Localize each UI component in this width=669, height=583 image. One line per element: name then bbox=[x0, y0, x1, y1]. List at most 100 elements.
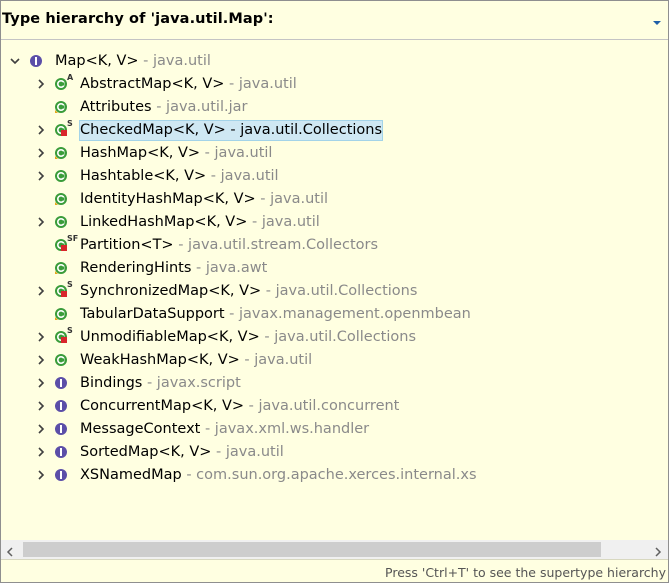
class-icon: S bbox=[54, 280, 74, 299]
type-label: RenderingHints - java.awt bbox=[79, 259, 268, 278]
type-name: ConcurrentMap<K, V> bbox=[80, 398, 245, 414]
expand-twisty-icon[interactable] bbox=[35, 422, 47, 436]
type-label: Map<K, V> - java.util bbox=[54, 52, 212, 71]
tree-item-row[interactable]: WeakHashMap<K, V> - java.util bbox=[1, 349, 668, 372]
type-name: UnmodifiableMap<K, V> bbox=[80, 329, 260, 345]
class-icon: A bbox=[54, 73, 74, 92]
tree-item-row[interactable]: ConcurrentMap<K, V> - java.util.concurre… bbox=[1, 395, 668, 418]
interface-icon bbox=[54, 375, 74, 391]
class-icon: S bbox=[54, 119, 74, 138]
type-package: - javax.script bbox=[142, 375, 241, 391]
type-hierarchy-popup: Type hierarchy of 'java.util.Map': Map<K… bbox=[0, 0, 669, 583]
type-name: CheckedMap<K, V> bbox=[80, 122, 226, 138]
class-icon bbox=[54, 214, 74, 230]
tree-item-row[interactable]: RenderingHints - java.awt bbox=[1, 257, 668, 280]
tree-item-row[interactable]: A AbstractMap<K, V> - java.util bbox=[1, 73, 668, 96]
type-name: WeakHashMap<K, V> bbox=[80, 352, 240, 368]
expand-twisty-icon[interactable] bbox=[35, 123, 47, 137]
type-label: HashMap<K, V> - java.util bbox=[79, 144, 273, 163]
type-label: IdentityHashMap<K, V> - java.util bbox=[79, 190, 329, 209]
collapse-twisty-icon[interactable] bbox=[9, 54, 21, 68]
class-icon: SF bbox=[54, 234, 78, 253]
modifier-badge: S bbox=[67, 119, 73, 128]
type-label: Partition<T> - java.util.stream.Collecto… bbox=[79, 236, 379, 255]
interface-icon bbox=[54, 467, 74, 483]
type-name: TabularDataSupport bbox=[80, 306, 225, 322]
class-icon bbox=[54, 168, 74, 184]
scroll-right-icon bbox=[655, 547, 662, 557]
expand-twisty-icon[interactable] bbox=[35, 376, 47, 390]
type-name: Attributes bbox=[80, 99, 152, 115]
interface-icon bbox=[54, 421, 74, 437]
expand-twisty-icon[interactable] bbox=[35, 330, 47, 344]
type-label: Bindings - javax.script bbox=[79, 374, 242, 393]
type-name: IdentityHashMap<K, V> bbox=[80, 191, 256, 207]
expand-twisty-icon[interactable] bbox=[35, 399, 47, 413]
type-package: - java.util.concurrent bbox=[244, 398, 400, 414]
type-label: XSNamedMap - com.sun.org.apache.xerces.i… bbox=[79, 466, 478, 485]
type-label: SynchronizedMap<K, V> - java.util.Collec… bbox=[79, 282, 418, 301]
modifier-badge: A bbox=[67, 73, 74, 82]
class-icon bbox=[54, 352, 74, 368]
hierarchy-tree[interactable]: Map<K, V> - java.util A AbstractMap<K, V> … bbox=[1, 40, 668, 540]
tree-item-row[interactable]: S SynchronizedMap<K, V> - java.util.Colle… bbox=[1, 280, 668, 303]
type-package: - java.awt bbox=[191, 260, 268, 276]
tree-root-row[interactable]: Map<K, V> - java.util bbox=[1, 50, 668, 73]
modifier-badge: S bbox=[67, 326, 73, 335]
type-package: - java.util bbox=[200, 145, 273, 161]
tree-item-row[interactable]: LinkedHashMap<K, V> - java.util bbox=[1, 211, 668, 234]
type-name: MessageContext bbox=[80, 421, 201, 437]
expand-twisty-icon[interactable] bbox=[35, 146, 47, 160]
status-footer: Press 'Ctrl+T' to see the supertype hier… bbox=[1, 559, 668, 582]
tree-item-row[interactable]: S CheckedMap<K, V> - java.util.Collection… bbox=[1, 119, 668, 142]
expand-twisty-icon[interactable] bbox=[35, 353, 47, 367]
status-hint: Press 'Ctrl+T' to see the supertype hier… bbox=[385, 565, 666, 580]
modifier-badge: S bbox=[67, 280, 73, 289]
expand-twisty-icon[interactable] bbox=[35, 215, 47, 229]
horizontal-scrollbar[interactable] bbox=[1, 540, 668, 559]
interface-icon bbox=[29, 53, 49, 69]
type-name: Partition<T> bbox=[80, 237, 174, 253]
popup-header: Type hierarchy of 'java.util.Map': bbox=[1, 1, 668, 39]
type-name: LinkedHashMap<K, V> bbox=[80, 214, 248, 230]
type-package: - java.util bbox=[206, 168, 279, 184]
type-package: - java.util.Collections bbox=[261, 283, 418, 299]
type-label: MessageContext - javax.xml.ws.handler bbox=[79, 420, 370, 439]
tree-item-row[interactable]: HashMap<K, V> - java.util bbox=[1, 142, 668, 165]
type-label: Attributes - java.util.jar bbox=[79, 98, 248, 117]
tree-item-row[interactable]: Hashtable<K, V> - java.util bbox=[1, 165, 668, 188]
tree-item-row[interactable]: MessageContext - javax.xml.ws.handler bbox=[1, 418, 668, 441]
type-package: - java.util bbox=[211, 444, 284, 460]
tree-item-row[interactable]: SortedMap<K, V> - java.util bbox=[1, 441, 668, 464]
class-icon bbox=[54, 260, 74, 276]
expand-twisty-icon[interactable] bbox=[35, 169, 47, 183]
type-package: - java.util.jar bbox=[151, 99, 248, 115]
expand-twisty-icon[interactable] bbox=[35, 284, 47, 298]
expand-twisty-icon[interactable] bbox=[35, 77, 47, 91]
type-label: UnmodifiableMap<K, V> - java.util.Collec… bbox=[79, 328, 417, 347]
tree-item-row[interactable]: TabularDataSupport - javax.management.op… bbox=[1, 303, 668, 326]
type-package: - java.util.Collections bbox=[225, 122, 383, 138]
tree-item-row[interactable]: XSNamedMap - com.sun.org.apache.xerces.i… bbox=[1, 464, 668, 487]
expand-twisty-icon[interactable] bbox=[35, 468, 47, 482]
chevron-down-icon bbox=[653, 21, 661, 25]
tree-item-row[interactable]: IdentityHashMap<K, V> - java.util bbox=[1, 188, 668, 211]
tree-item-row[interactable]: S UnmodifiableMap<K, V> - java.util.Colle… bbox=[1, 326, 668, 349]
modifier-badge: SF bbox=[67, 234, 79, 243]
type-label: LinkedHashMap<K, V> - java.util bbox=[79, 213, 321, 232]
tree-item-row[interactable]: SF Partition<T> - java.util.stream.Collec… bbox=[1, 234, 668, 257]
type-package: - com.sun.org.apache.xerces.internal.xs bbox=[181, 467, 477, 483]
class-icon bbox=[54, 99, 74, 115]
interface-icon bbox=[54, 398, 74, 414]
scrollbar-thumb[interactable] bbox=[23, 542, 601, 557]
type-name: AbstractMap<K, V> bbox=[80, 76, 225, 92]
type-name: HashMap<K, V> bbox=[80, 145, 201, 161]
interface-icon bbox=[54, 444, 74, 460]
tree-item-row[interactable]: Bindings - javax.script bbox=[1, 372, 668, 395]
tree-item-row[interactable]: Attributes - java.util.jar bbox=[1, 96, 668, 119]
view-menu-button[interactable] bbox=[651, 13, 663, 32]
class-icon bbox=[54, 306, 74, 322]
type-name: Map<K, V> bbox=[55, 53, 139, 69]
expand-twisty-icon[interactable] bbox=[35, 445, 47, 459]
type-label: ConcurrentMap<K, V> - java.util.concurre… bbox=[79, 397, 400, 416]
